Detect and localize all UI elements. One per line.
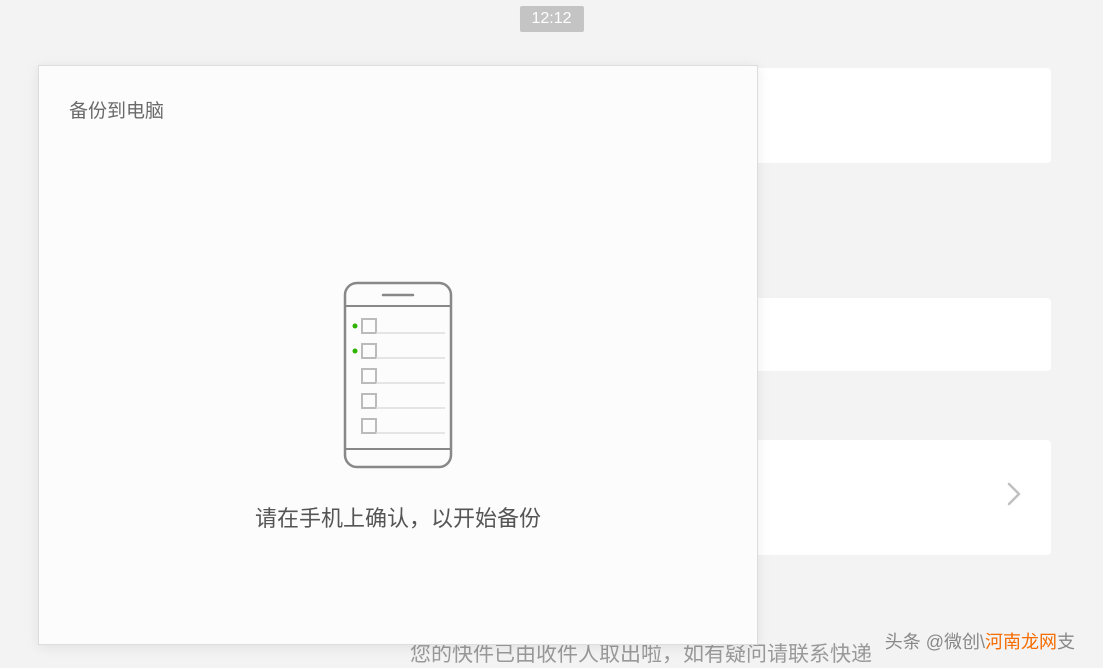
- backup-modal: 备份到电脑 请在手机上确认，以开始备份: [38, 65, 758, 645]
- watermark-prefix: 头条 @微创\: [885, 632, 985, 652]
- watermark-text: 头条 @微创\河南龙网支: [885, 628, 1075, 654]
- modal-message: 请在手机上确认，以开始备份: [255, 501, 541, 533]
- phone-illustration-icon: [343, 281, 453, 474]
- watermark-highlight: 河南龙网: [985, 632, 1057, 652]
- chevron-right-icon: [1007, 482, 1021, 513]
- modal-title: 备份到电脑: [69, 96, 164, 123]
- timestamp-badge: 12:12: [519, 6, 583, 32]
- watermark-suffix: 支: [1057, 632, 1075, 652]
